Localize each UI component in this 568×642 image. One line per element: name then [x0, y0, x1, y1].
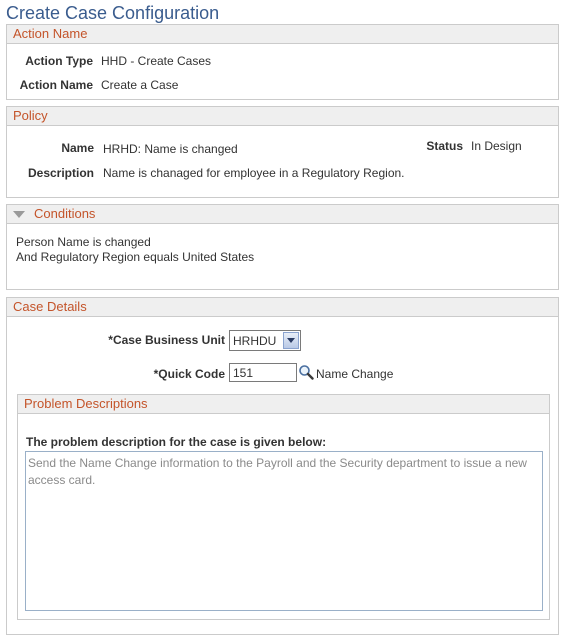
policy-description-value: Name is chanaged for employee in a Regul…	[103, 166, 405, 180]
action-name-header: Action Name	[7, 25, 558, 44]
action-type-value: HHD - Create Cases	[101, 54, 212, 68]
policy-name-label: Name	[61, 141, 94, 155]
condition-line-1: Person Name is changed	[16, 235, 151, 249]
chevron-down-icon[interactable]	[283, 332, 299, 349]
policy-group: Policy Name HRHD: Name is changed Status…	[6, 106, 559, 198]
search-icon[interactable]	[298, 364, 314, 380]
problem-descriptions-group: Problem Descriptions The problem descrip…	[17, 394, 550, 620]
action-name-label: Action Name	[19, 78, 93, 92]
business-unit-select[interactable]: HRHDU	[229, 330, 301, 351]
conditions-header[interactable]: Conditions	[7, 205, 558, 224]
page-title: Create Case Configuration	[6, 3, 220, 23]
case-details-group: Case Details *Case Business Unit HRHDU *…	[6, 297, 559, 635]
conditions-header-label: Conditions	[34, 206, 96, 221]
action-type-label: Action Type	[25, 54, 93, 68]
business-unit-select-value: HRHDU	[233, 334, 277, 348]
quick-code-description: Name Change	[316, 367, 394, 381]
problem-description-textarea[interactable]: Send the Name Change information to the …	[25, 451, 543, 611]
problem-description-prompt: The problem description for the case is …	[26, 435, 327, 449]
problem-descriptions-header: Problem Descriptions	[18, 395, 549, 414]
policy-status-value: In Design	[471, 139, 522, 153]
collapse-triangle-icon[interactable]	[13, 211, 25, 218]
quick-code-input[interactable]: 151	[229, 363, 297, 382]
conditions-group: Conditions Person Name is changed And Re…	[6, 204, 559, 290]
policy-header: Policy	[7, 107, 558, 126]
action-name-value: Create a Case	[101, 78, 179, 92]
quick-code-label: *Quick Code	[153, 367, 225, 381]
business-unit-label: *Case Business Unit	[108, 333, 225, 347]
condition-line-2: And Regulatory Region equals United Stat…	[16, 250, 255, 264]
case-details-header: Case Details	[7, 298, 558, 317]
action-name-group: Action Name Action Type HHD - Create Cas…	[6, 24, 559, 100]
quick-code-input-value: 151	[233, 366, 254, 380]
policy-name-value: HRHD: Name is changed	[103, 142, 238, 156]
policy-description-label: Description	[27, 166, 94, 180]
policy-status-label: Status	[426, 139, 463, 153]
